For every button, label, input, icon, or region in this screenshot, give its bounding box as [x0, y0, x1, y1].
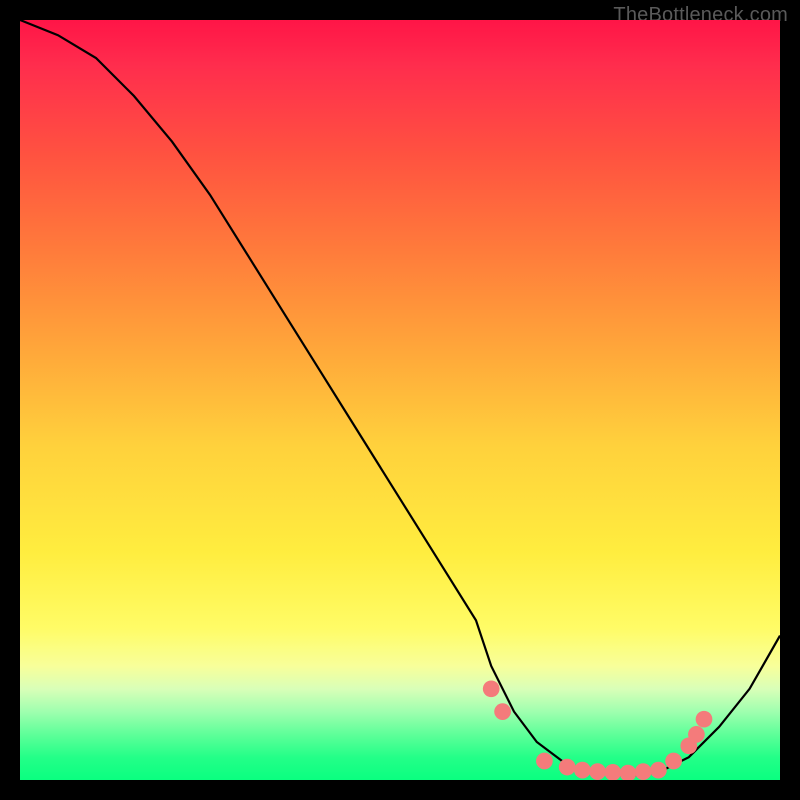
markers-group — [483, 680, 713, 780]
marker-point — [604, 764, 621, 780]
curve-svg — [20, 20, 780, 780]
marker-point — [559, 759, 576, 776]
marker-point — [574, 762, 591, 779]
marker-point — [536, 753, 553, 770]
marker-point — [688, 726, 705, 743]
main-curve — [20, 20, 780, 776]
marker-point — [589, 763, 606, 780]
marker-point — [650, 762, 667, 779]
marker-point — [620, 765, 637, 780]
marker-point — [494, 703, 511, 720]
marker-point — [635, 763, 652, 780]
chart-container: TheBottleneck.com — [0, 0, 800, 800]
marker-point — [483, 680, 500, 697]
plot-area — [20, 20, 780, 780]
marker-point — [665, 753, 682, 770]
marker-point — [696, 711, 713, 728]
